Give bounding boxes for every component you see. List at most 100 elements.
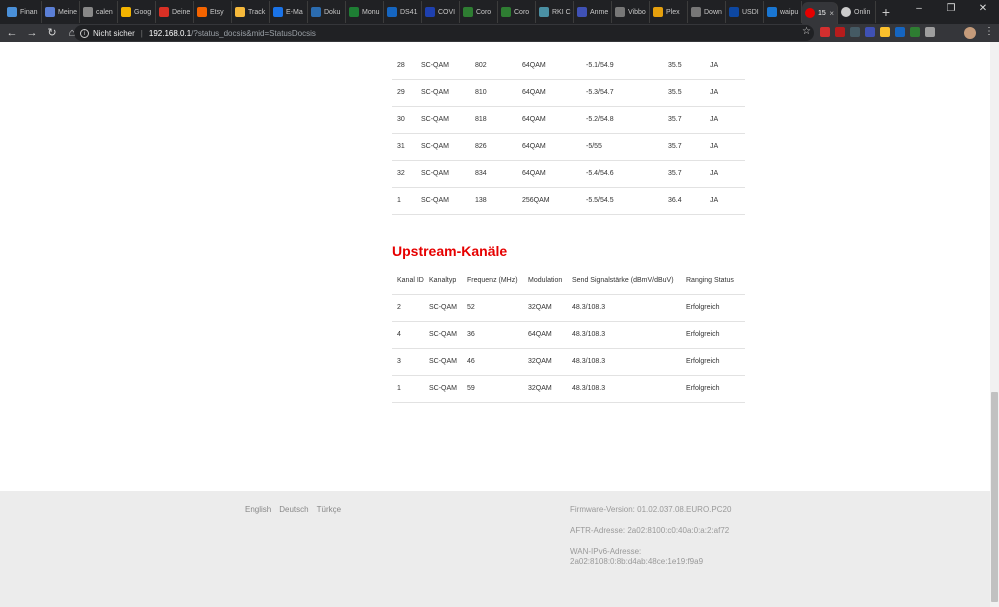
tab-favicon-icon xyxy=(83,7,93,17)
back-button[interactable]: ← xyxy=(4,25,20,41)
security-label[interactable]: Nicht sicher xyxy=(93,29,135,38)
browser-tab[interactable]: USDI xyxy=(726,1,764,23)
table-cell: JA xyxy=(710,160,745,188)
address-host[interactable]: 192.168.0.1 xyxy=(149,29,191,38)
table-cell: 64QAM xyxy=(522,133,586,161)
tab-favicon-icon xyxy=(539,7,549,17)
table-row: 1 SC-QAM 59 32QAM 48.3/108.3 Erfolgreich xyxy=(392,375,745,403)
tab-title: COVI xyxy=(438,8,456,16)
table-cell: 810 xyxy=(475,79,522,107)
profile-avatar[interactable] xyxy=(964,27,976,39)
table-cell: SC-QAM xyxy=(421,187,475,215)
browser-tab[interactable]: waipu xyxy=(764,1,802,23)
table-cell: 4 xyxy=(392,321,429,349)
table-row: 29 SC-QAM 810 64QAM -5.3/54.7 35.5 JA xyxy=(392,79,745,107)
table-cell: 31 xyxy=(392,133,421,161)
tab-title: Plex xyxy=(666,8,680,16)
scrollbar-thumb[interactable] xyxy=(991,392,998,602)
language-link[interactable]: Türkçe xyxy=(317,505,341,514)
new-tab-button[interactable]: + xyxy=(876,4,896,20)
table-cell: 834 xyxy=(475,160,522,188)
tab-favicon-icon xyxy=(463,7,473,17)
browser-tab[interactable]: Finan xyxy=(4,1,42,23)
table-cell: SC-QAM xyxy=(421,106,475,134)
table-cell: SC-QAM xyxy=(421,160,475,188)
tab-title: Coro xyxy=(476,8,492,16)
table-cell: 64QAM xyxy=(522,106,586,134)
tab-title: waipu xyxy=(780,8,799,16)
extension-icon[interactable] xyxy=(925,27,935,37)
table-cell: 35.7 xyxy=(668,133,710,161)
browser-tab[interactable]: calen xyxy=(80,1,118,23)
table-cell: Erfolgreich xyxy=(686,375,745,403)
table-cell: -5.5/54.5 xyxy=(586,187,668,215)
table-cell: 256QAM xyxy=(522,187,586,215)
browser-tab[interactable]: Monu xyxy=(346,1,384,23)
bookmark-star-icon[interactable]: ☆ xyxy=(802,26,811,37)
table-row: 30 SC-QAM 818 64QAM -5.2/54.8 35.7 JA xyxy=(392,106,745,134)
tab-title: calen xyxy=(96,8,113,16)
table-cell: JA xyxy=(710,79,745,107)
browser-tab[interactable]: COVI xyxy=(422,1,460,23)
table-cell: 32QAM xyxy=(528,348,572,376)
extension-icon[interactable] xyxy=(880,27,890,37)
table-cell: 826 xyxy=(475,133,522,161)
browser-tab[interactable]: Deine xyxy=(156,1,194,23)
browser-menu-icon[interactable]: ⋮ xyxy=(984,26,994,37)
browser-tab[interactable]: Etsy xyxy=(194,1,232,23)
browser-tab[interactable]: Down xyxy=(688,1,726,23)
page-scrollbar[interactable] xyxy=(990,42,999,607)
extension-icon[interactable] xyxy=(910,27,920,37)
close-window-button[interactable]: ✕ xyxy=(967,0,999,20)
browser-tab[interactable]: Goog xyxy=(118,1,156,23)
firmware-version: Firmware-Version: 01.02.037.08.EURO.PC20 xyxy=(570,505,732,514)
browser-tab[interactable]: Doku xyxy=(308,1,346,23)
tab-favicon-icon xyxy=(501,7,511,17)
extension-icon[interactable] xyxy=(895,27,905,37)
extension-icon[interactable] xyxy=(850,27,860,37)
browser-tab[interactable]: Meine xyxy=(42,1,80,23)
extension-icon[interactable] xyxy=(820,27,830,37)
table-row: 2 SC-QAM 52 32QAM 48.3/108.3 Erfolgreich xyxy=(392,294,745,322)
browser-tab[interactable]: Anme xyxy=(574,1,612,23)
browser-tab[interactable]: Coro xyxy=(498,1,536,23)
tab-favicon-icon xyxy=(425,7,435,17)
downstream-table: 28 SC-QAM 802 64QAM -5.1/54.9 35.5 JA 29 SC-QAM 8… xyxy=(392,52,745,215)
table-cell: 3 xyxy=(392,348,429,376)
tab-favicon-icon xyxy=(121,7,131,17)
browser-tab[interactable]: RKI C xyxy=(536,1,574,23)
browser-tab[interactable]: Vibbo xyxy=(612,1,650,23)
table-cell: SC-QAM xyxy=(421,52,475,80)
browser-tab[interactable]: Plex xyxy=(650,1,688,23)
table-cell: JA xyxy=(710,187,745,215)
forward-button[interactable]: → xyxy=(24,25,40,41)
reload-button[interactable]: ↻ xyxy=(44,25,60,41)
footer: English Deutsch Türkçe Firmware-Version: 0… xyxy=(0,491,990,607)
language-link[interactable]: Deutsch xyxy=(279,505,308,514)
extension-icon[interactable] xyxy=(865,27,875,37)
tab-title: Doku xyxy=(324,8,341,16)
table-cell: 29 xyxy=(392,79,421,107)
maximize-button[interactable]: ❐ xyxy=(935,0,967,20)
table-cell: JA xyxy=(710,133,745,161)
table-cell: JA xyxy=(710,106,745,134)
browser-tab[interactable]: E-Ma xyxy=(270,1,308,23)
browser-tab[interactable]: Onlin xyxy=(838,1,876,23)
table-cell: 52 xyxy=(467,294,528,322)
address-path[interactable]: /?status_docsis&mid=StatusDocsis xyxy=(191,29,316,38)
address-bar[interactable]: i Nicht sicher | 192.168.0.1 /?status_do… xyxy=(74,25,814,41)
browser-tab[interactable]: Coro xyxy=(460,1,498,23)
table-row: 1 SC-QAM 138 256QAM -5.5/54.5 36.4 JA xyxy=(392,187,745,215)
tab-close-icon[interactable]: × xyxy=(829,9,834,18)
tab-title: Etsy xyxy=(210,8,224,16)
browser-tab-active[interactable]: 15 × xyxy=(802,2,838,24)
extension-icon[interactable] xyxy=(835,27,845,37)
tab-list: Finan Meine calen Goog Deine Etsy Track E-Ma Dok… xyxy=(0,0,896,24)
browser-tab[interactable]: DS41 xyxy=(384,1,422,23)
tab-title: Anme xyxy=(590,8,609,16)
browser-tab[interactable]: Track xyxy=(232,1,270,23)
upstream-header-row: Kanal ID Kanaltyp Frequenz (MHz) Modulation… xyxy=(392,267,745,295)
minimize-button[interactable]: – xyxy=(903,0,935,20)
language-link[interactable]: English xyxy=(245,505,271,514)
info-icon[interactable]: i xyxy=(80,28,89,38)
